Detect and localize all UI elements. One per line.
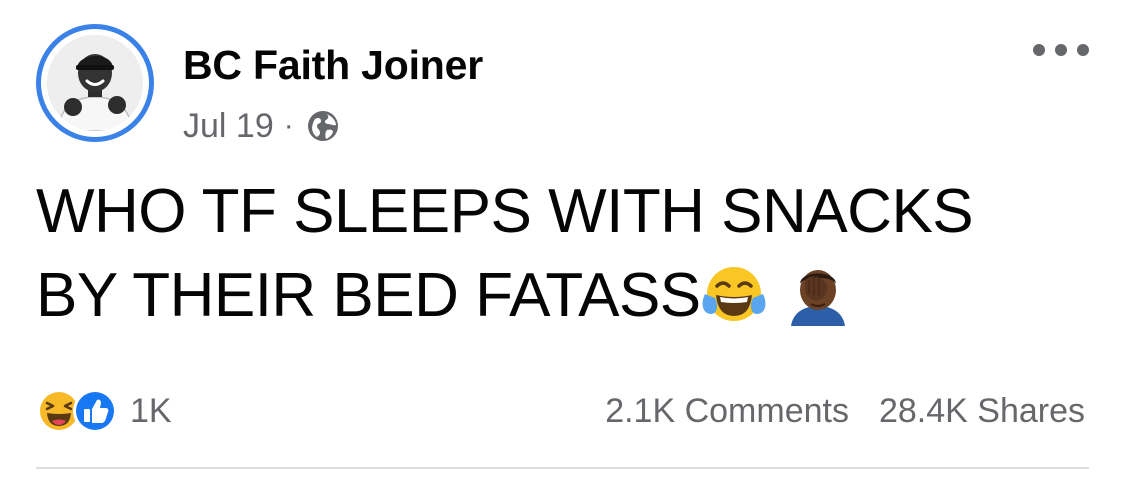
- globe-icon[interactable]: [306, 109, 340, 143]
- tears-of-joy-emoji-icon: [702, 267, 766, 321]
- man-facepalming-emoji-icon: [790, 270, 845, 326]
- facebook-post: BC Faith Joiner Jul 19 · WHO TF SLEEPS W…: [0, 0, 1125, 485]
- post-text-line-2-row: BY THEIR BED FATASS: [36, 254, 1096, 338]
- meta-separator: ·: [283, 109, 294, 142]
- post-text-line-2: BY THEIR BED FATASS: [36, 261, 701, 330]
- avatar[interactable]: [47, 35, 143, 131]
- engagement-counts: 2.1K Comments 28.4K Shares: [605, 388, 1085, 434]
- divider: [36, 467, 1089, 469]
- post-text: WHO TF SLEEPS WITH SNACKS BY THEIR BED F…: [36, 170, 1096, 338]
- more-dot: [1033, 44, 1045, 56]
- reactions-summary[interactable]: 1K: [36, 388, 172, 434]
- post-meta: Jul 19 ·: [183, 104, 340, 148]
- comments-count-link[interactable]: 2.1K Comments: [605, 392, 849, 431]
- more-dot: [1055, 44, 1067, 56]
- more-options-icon[interactable]: [1033, 38, 1089, 62]
- author-name[interactable]: BC Faith Joiner: [183, 42, 483, 89]
- profile-photo: [47, 35, 143, 131]
- more-dot: [1077, 44, 1089, 56]
- reaction-count: 1K: [130, 391, 172, 430]
- post-date[interactable]: Jul 19: [183, 107, 274, 146]
- story-ring[interactable]: [36, 24, 154, 142]
- like-reaction-icon: [73, 389, 117, 433]
- shares-count-link[interactable]: 28.4K Shares: [879, 392, 1085, 431]
- post-text-line-1: WHO TF SLEEPS WITH SNACKS: [36, 177, 974, 246]
